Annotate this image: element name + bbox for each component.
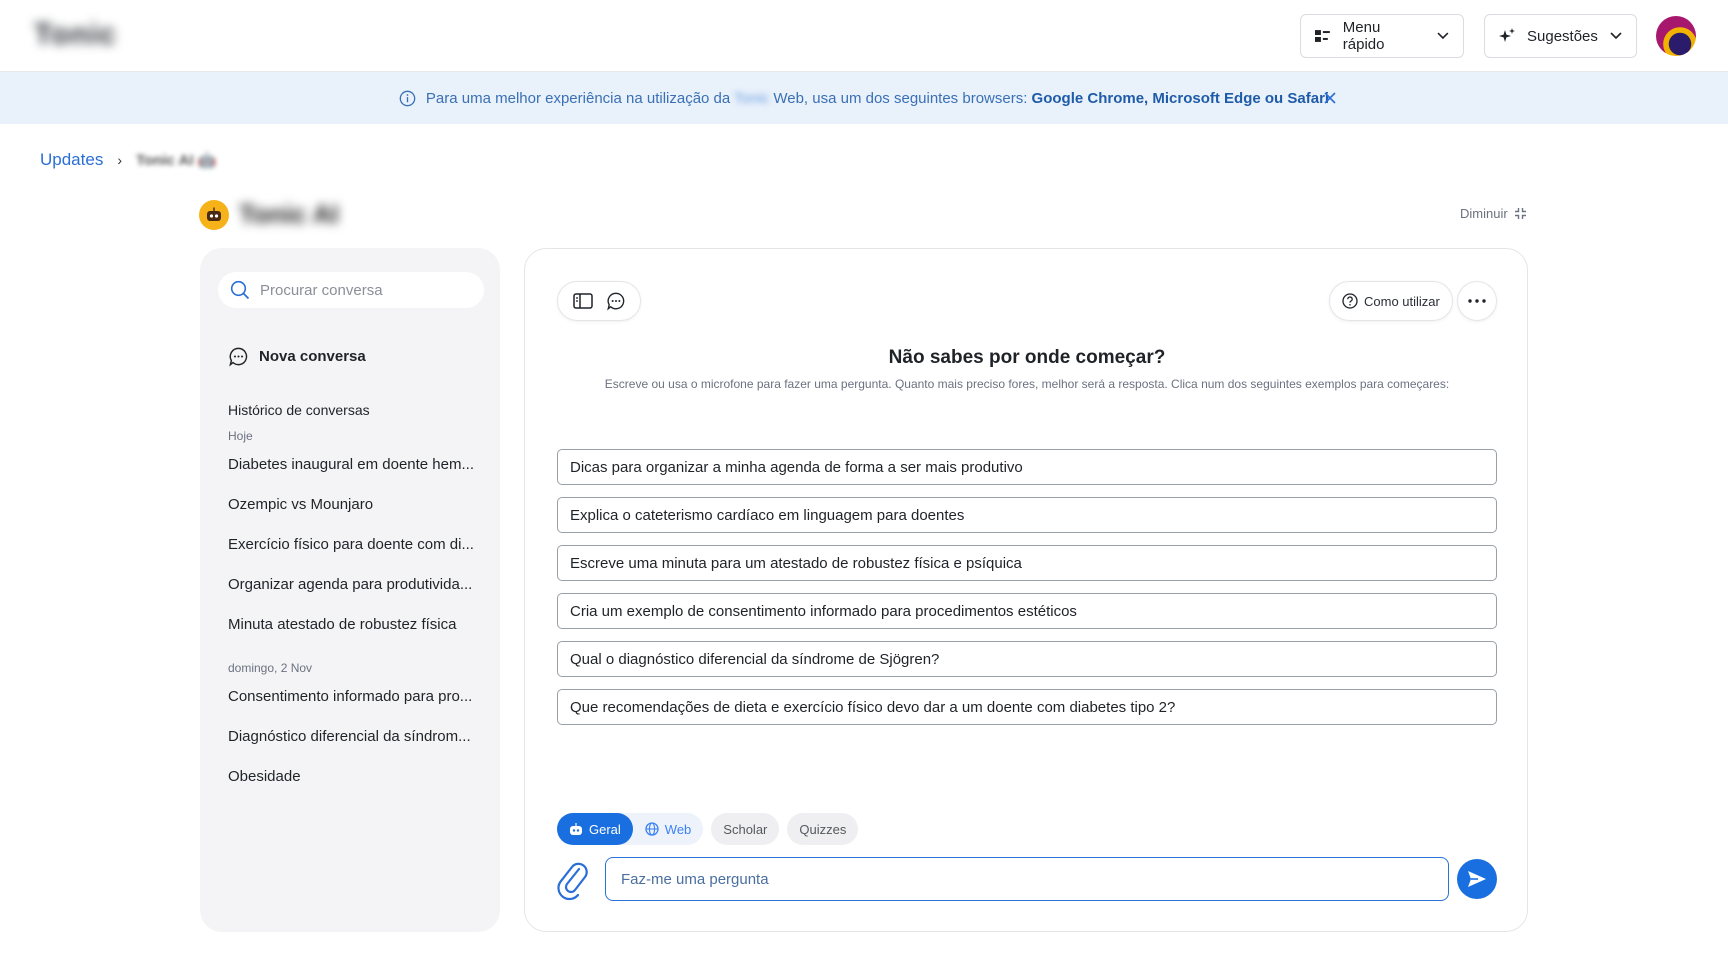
minimize-label: Diminuir xyxy=(1460,206,1508,221)
breadcrumb-current: Tonic AI 🤖 xyxy=(136,152,217,169)
conversation-item[interactable]: Obesidade xyxy=(228,768,473,785)
robot-icon xyxy=(570,822,582,835)
conversation-item[interactable]: Consentimento informado para pro... xyxy=(228,688,473,705)
quick-menu-button[interactable]: Menu rápido xyxy=(1300,14,1464,58)
sidebar-toggle-icon[interactable] xyxy=(572,292,593,310)
suggestion-prompt[interactable]: Que recomendações de dieta e exercício f… xyxy=(557,689,1497,725)
mode-toggle-group: Geral Web xyxy=(557,813,704,845)
history-group-label: domingo, 2 Nov xyxy=(228,661,313,675)
suggestion-prompt[interactable]: Qual o diagnóstico diferencial da síndro… xyxy=(557,641,1497,677)
suggestions-label: Sugestões xyxy=(1527,27,1598,45)
message-input-placeholder: Faz-me uma pergunta xyxy=(621,870,769,888)
conversation-sidebar: Procurar conversa Nova conversa Históric… xyxy=(200,248,500,932)
conversation-item[interactable]: Minuta atestado de robustez física xyxy=(228,616,473,633)
banner-text-before: Para uma melhor experiência na utilizaçã… xyxy=(425,89,731,107)
mode-geral-button[interactable]: Geral xyxy=(557,813,633,845)
top-header: Tonic Menu rápido Sugestões xyxy=(0,0,1728,72)
empty-state-subheading: Escreve ou usa o microfone para fazer um… xyxy=(604,377,1450,391)
chevron-down-icon xyxy=(1437,32,1449,40)
minimize-button[interactable]: Diminuir xyxy=(1460,206,1527,221)
chat-toolbar xyxy=(557,281,641,321)
breadcrumb: Updates › Tonic AI 🤖 xyxy=(40,150,216,170)
search-placeholder: Procurar conversa xyxy=(260,281,383,299)
chat-panel: Como utilizar Não sabes por onde começar… xyxy=(524,248,1528,932)
chat-bubble-icon xyxy=(229,347,248,367)
search-conversation-input[interactable]: Procurar conversa xyxy=(218,272,484,308)
suggestions-button[interactable]: Sugestões xyxy=(1484,14,1637,58)
conversation-item[interactable]: Organizar agenda para produtivida... xyxy=(228,576,473,593)
more-options-button[interactable] xyxy=(1457,281,1497,321)
new-chat-icon[interactable] xyxy=(606,291,626,311)
page-title: Tonic AI xyxy=(239,199,339,229)
mode-geral-label: Geral xyxy=(589,821,621,837)
search-icon xyxy=(230,280,250,300)
banner-text-middle: Web, usa um dos seguintes browsers: xyxy=(773,89,1028,107)
conversation-item[interactable]: Ozempic vs Mounjaro xyxy=(228,496,473,513)
chevron-right-icon: › xyxy=(117,152,122,168)
suggestion-prompt[interactable]: Explica o cateterismo cardíaco em lingua… xyxy=(557,497,1497,533)
mode-scholar-button[interactable]: Scholar xyxy=(711,813,780,845)
browser-banner: Para uma melhor experiência na utilizaçã… xyxy=(0,72,1728,124)
send-icon xyxy=(1468,871,1486,887)
conversation-item[interactable]: Exercício físico para doente com di... xyxy=(228,536,473,553)
sparkle-icon xyxy=(1499,28,1515,42)
banner-text: Para uma melhor experiência na utilizaçã… xyxy=(426,90,1329,107)
suggestion-prompt[interactable]: Escreve uma minuta para um atestado de r… xyxy=(557,545,1497,581)
message-input[interactable]: Faz-me uma pergunta xyxy=(605,857,1449,901)
banner-brand: Tonic xyxy=(734,89,770,107)
empty-state-heading: Não sabes por onde começar? xyxy=(888,347,1166,368)
history-group-label: Hoje xyxy=(228,429,253,443)
conversation-item[interactable]: Diabetes inaugural em doente hem... xyxy=(228,456,473,473)
more-horizontal-icon xyxy=(1468,299,1486,303)
close-icon[interactable] xyxy=(1320,88,1340,108)
conversation-item[interactable]: Diagnóstico diferencial da síndrom... xyxy=(228,728,473,745)
new-conversation-button[interactable]: Nova conversa xyxy=(228,346,366,367)
send-button[interactable] xyxy=(1457,859,1497,899)
history-title: Histórico de conversas xyxy=(228,402,370,418)
page-title-row: Tonic AI xyxy=(199,199,339,230)
quick-menu-icon xyxy=(1315,30,1330,42)
quick-menu-label: Menu rápido xyxy=(1342,19,1385,53)
help-icon xyxy=(1342,293,1358,309)
new-conversation-label: Nova conversa xyxy=(259,348,366,365)
breadcrumb-updates-link[interactable]: Updates xyxy=(40,150,103,170)
banner-browsers: Google Chrome, Microsoft Edge ou Safari xyxy=(1031,89,1330,107)
mode-web-button[interactable]: Web xyxy=(633,813,704,845)
suggestion-prompt[interactable]: Dicas para organizar a minha agenda de f… xyxy=(557,449,1497,485)
how-to-use-button[interactable]: Como utilizar xyxy=(1329,281,1453,321)
user-avatar[interactable] xyxy=(1656,16,1696,56)
chevron-down-icon xyxy=(1610,32,1622,40)
mode-selector: Geral Web Scholar Quizzes xyxy=(557,813,859,845)
collapse-icon xyxy=(1514,208,1526,219)
attachment-icon[interactable] xyxy=(555,857,591,901)
mode-quizzes-button[interactable]: Quizzes xyxy=(787,813,859,845)
how-to-use-label: Como utilizar xyxy=(1364,293,1440,309)
app-logo[interactable]: Tonic xyxy=(34,18,117,52)
bot-avatar-icon xyxy=(199,199,229,230)
suggestion-prompt[interactable]: Cria um exemplo de consentimento informa… xyxy=(557,593,1497,629)
mode-web-label: Web xyxy=(664,821,692,837)
info-icon xyxy=(399,90,416,106)
globe-icon xyxy=(645,822,659,836)
